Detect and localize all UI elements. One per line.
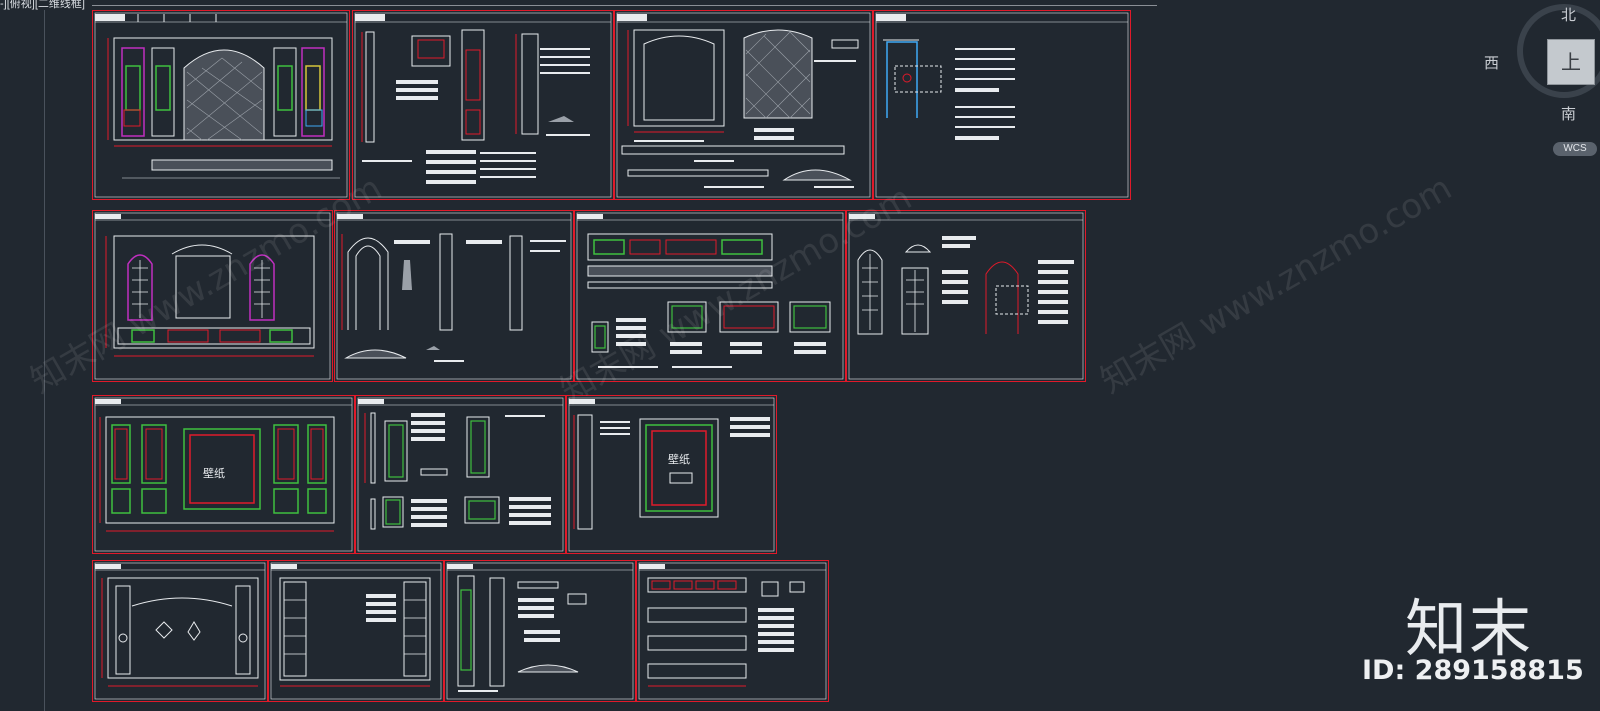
wcs-menu-button[interactable]: WCS: [1553, 142, 1597, 156]
sheet-row3-b[interactable]: [355, 395, 566, 554]
top-rule: [92, 5, 1157, 6]
sheet-row3-c[interactable]: 壁纸: [566, 395, 777, 554]
sheet-row1-a[interactable]: [92, 10, 350, 200]
compass-north[interactable]: 北: [1561, 4, 1576, 25]
sheet-row2-d[interactable]: [846, 210, 1086, 382]
sheet-row4-a[interactable]: [92, 560, 268, 702]
sheet-row4-b[interactable]: [268, 560, 444, 702]
watermark-3: 知末网 www.znzmo.com: [1094, 167, 1459, 402]
sheet-row2-c[interactable]: [574, 210, 846, 382]
sheet-row3-a[interactable]: 壁纸: [92, 395, 355, 554]
left-rail-divider: [44, 10, 45, 711]
sheet-row1-c[interactable]: [614, 10, 873, 200]
sheet-row4-d[interactable]: [636, 560, 829, 702]
sheet-row1-b[interactable]: [352, 10, 614, 200]
sheet-row1-d[interactable]: [873, 10, 1131, 200]
compass-west[interactable]: 西: [1484, 52, 1499, 73]
sheet-row2-a[interactable]: [92, 210, 333, 382]
brand-id: ID: 289158815: [1362, 655, 1584, 686]
viewport-label[interactable]: -][俯视][二维线框]: [0, 0, 85, 10]
wallpaper-label-detail: 壁纸: [668, 452, 690, 466]
viewcube[interactable]: 北 西 南 上 WCS: [1484, 0, 1600, 160]
compass-south[interactable]: 南: [1561, 103, 1576, 124]
viewcube-top-face[interactable]: 上: [1547, 39, 1595, 85]
sheet-row4-c[interactable]: [444, 560, 636, 702]
sheet-row2-b[interactable]: [334, 210, 574, 382]
wallpaper-label: 壁纸: [203, 466, 225, 480]
